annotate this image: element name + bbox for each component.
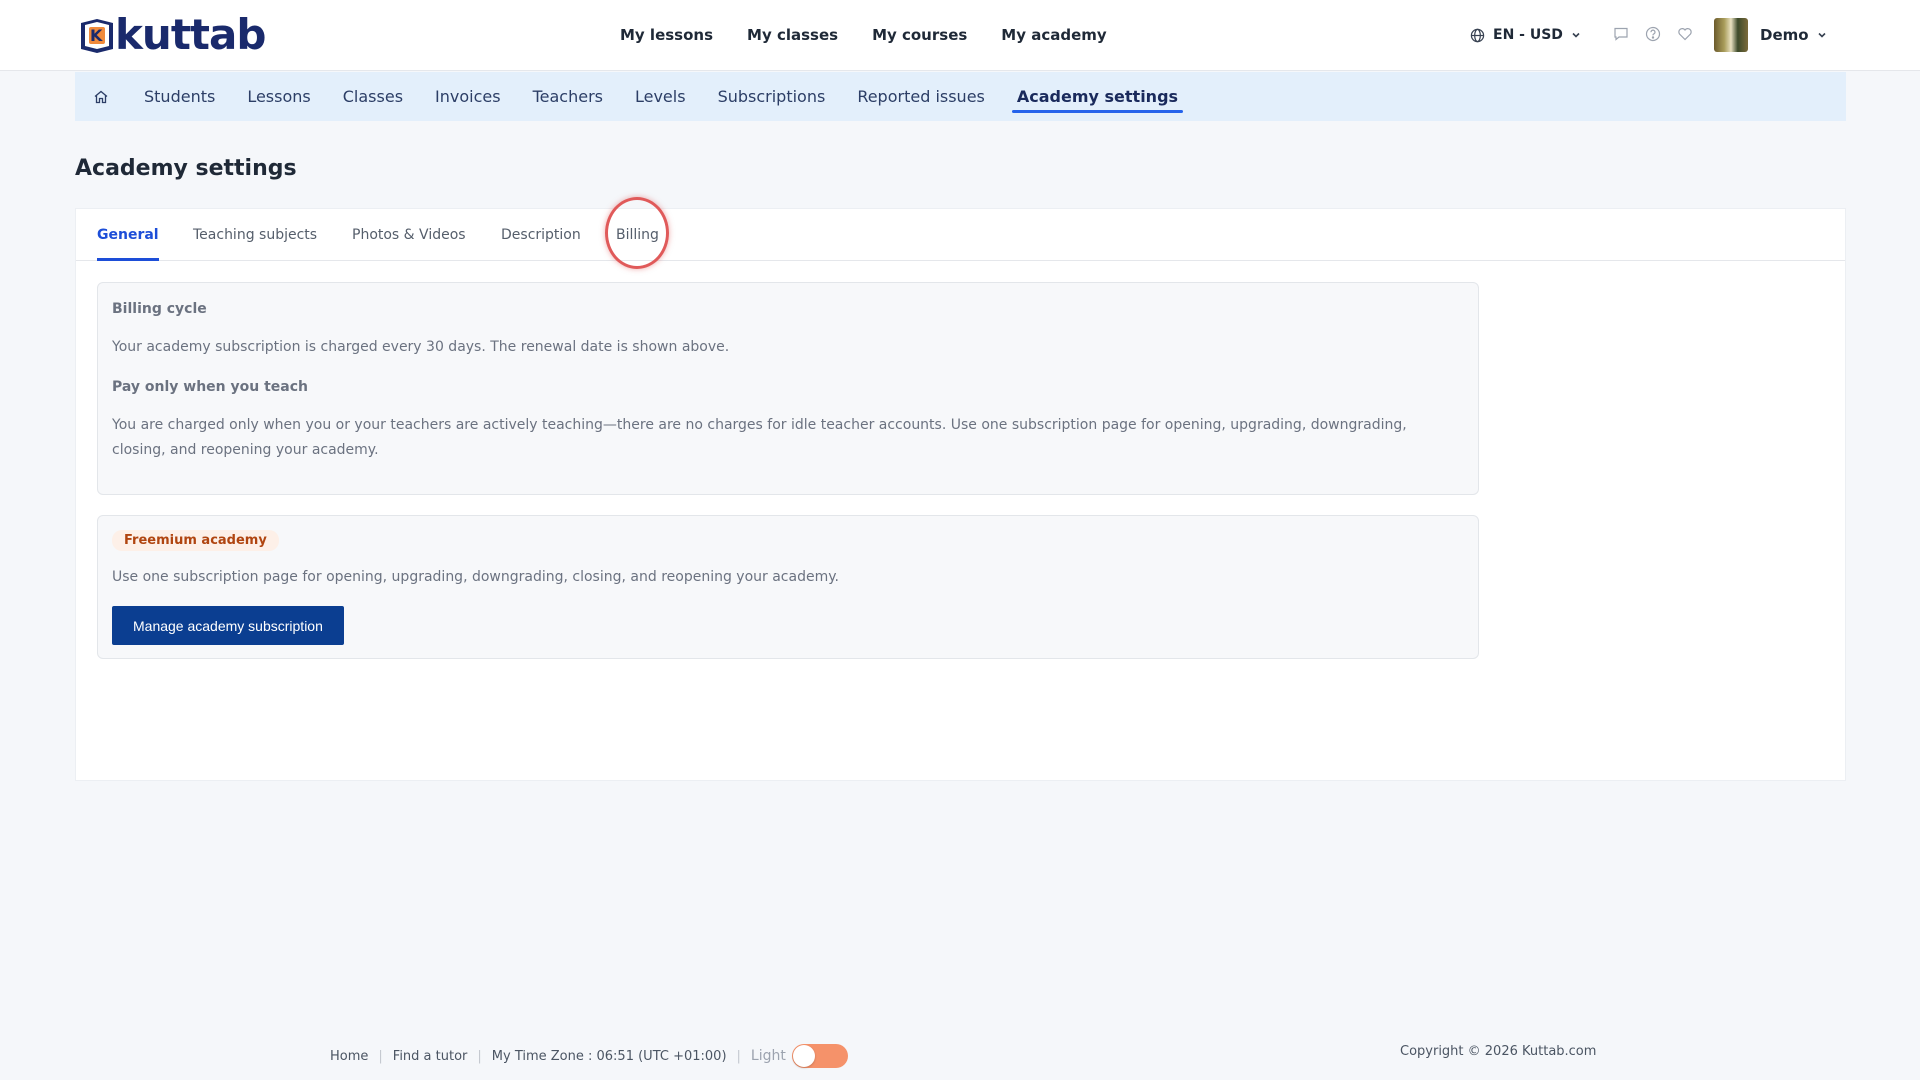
chat-icon[interactable]	[1612, 25, 1630, 43]
subnav-item-levels[interactable]: Levels	[635, 72, 686, 121]
billing-cycle-text: Your academy subscription is charged eve…	[112, 339, 730, 355]
settings-card: General Teaching subjects Photos & Video…	[75, 197, 1846, 781]
subnav-item-academy-settings[interactable]: Academy settings	[1011, 72, 1184, 121]
theme-label: Light	[750, 1048, 786, 1064]
logo-mark-letter: K	[90, 26, 103, 45]
language-currency-label: EN - USD	[1493, 27, 1563, 43]
subnav-item-teachers[interactable]: Teachers	[533, 72, 603, 121]
footer-separator: |	[736, 1048, 741, 1064]
subnav-item-reported-issues[interactable]: Reported issues	[857, 72, 985, 121]
logo-text: kuttab	[115, 10, 266, 59]
subnav-item-students[interactable]: Students	[144, 72, 215, 121]
help-icon[interactable]	[1644, 25, 1662, 43]
nav-my-academy[interactable]: My academy	[1001, 26, 1106, 44]
nav-my-courses[interactable]: My courses	[872, 26, 967, 44]
heart-icon[interactable]	[1676, 25, 1694, 43]
nav-my-lessons[interactable]: My lessons	[620, 26, 713, 44]
avatar[interactable]	[1714, 18, 1748, 52]
pay-when-teach-heading: Pay only when you teach	[112, 379, 309, 395]
pay-when-teach-text: You are charged only when you or your te…	[112, 417, 1407, 458]
main-nav: My lessons My classes My courses My acad…	[620, 0, 1107, 70]
academy-subnav: Students Lessons Classes Invoices Teache…	[75, 72, 1846, 121]
logo-book-icon: K	[77, 15, 117, 55]
footer-links: Home | Find a tutor | My Time Zone : 06:…	[330, 1044, 848, 1068]
nav-my-classes[interactable]: My classes	[747, 26, 838, 44]
footer-separator: |	[378, 1048, 383, 1064]
footer-link-find-tutor[interactable]: Find a tutor	[393, 1049, 468, 1064]
tab-photos-videos[interactable]: Photos & Videos	[352, 209, 466, 261]
footer-separator: |	[477, 1048, 482, 1064]
billing-info-panel: Billing cycle Your academy subscription …	[97, 282, 1479, 495]
home-icon[interactable]	[88, 84, 114, 110]
chevron-down-icon	[1571, 30, 1581, 40]
footer-timezone: My Time Zone : 06:51 (UTC +01:00)	[491, 1048, 727, 1064]
plan-badge: Freemium academy	[112, 530, 279, 551]
kuttab-logo[interactable]: K kuttab	[77, 10, 266, 59]
subscription-panel: Freemium academy Use one subscription pa…	[97, 515, 1479, 659]
language-currency-selector[interactable]: EN - USD	[1470, 22, 1581, 48]
user-menu[interactable]: Demo	[1760, 22, 1827, 48]
chevron-down-icon	[1817, 30, 1827, 40]
settings-tabs: General Teaching subjects Photos & Video…	[76, 197, 1845, 269]
tab-description[interactable]: Description	[501, 209, 581, 261]
subnav-item-subscriptions[interactable]: Subscriptions	[718, 72, 826, 121]
billing-cycle-heading: Billing cycle	[112, 301, 207, 317]
subnav-item-invoices[interactable]: Invoices	[435, 72, 501, 121]
copyright: Copyright © 2026 Kuttab.com	[1400, 1044, 1597, 1059]
tab-teaching-subjects[interactable]: Teaching subjects	[193, 209, 317, 261]
tab-general[interactable]: General	[97, 209, 159, 261]
subnav-item-classes[interactable]: Classes	[343, 72, 403, 121]
theme-toggle[interactable]	[791, 1044, 848, 1068]
manage-subscription-button[interactable]: Manage academy subscription	[112, 606, 344, 645]
globe-icon	[1470, 28, 1485, 43]
tab-billing[interactable]: Billing	[616, 209, 659, 261]
theme-toggle-knob	[792, 1045, 815, 1067]
subnav-item-lessons[interactable]: Lessons	[247, 72, 310, 121]
footer-link-home[interactable]: Home	[330, 1049, 368, 1064]
page-title: Academy settings	[75, 156, 297, 181]
user-name: Demo	[1760, 26, 1809, 44]
header-icons	[1612, 25, 1694, 43]
top-header: K kuttab My lessons My classes My course…	[0, 0, 1920, 71]
subscription-text: Use one subscription page for opening, u…	[112, 569, 839, 585]
